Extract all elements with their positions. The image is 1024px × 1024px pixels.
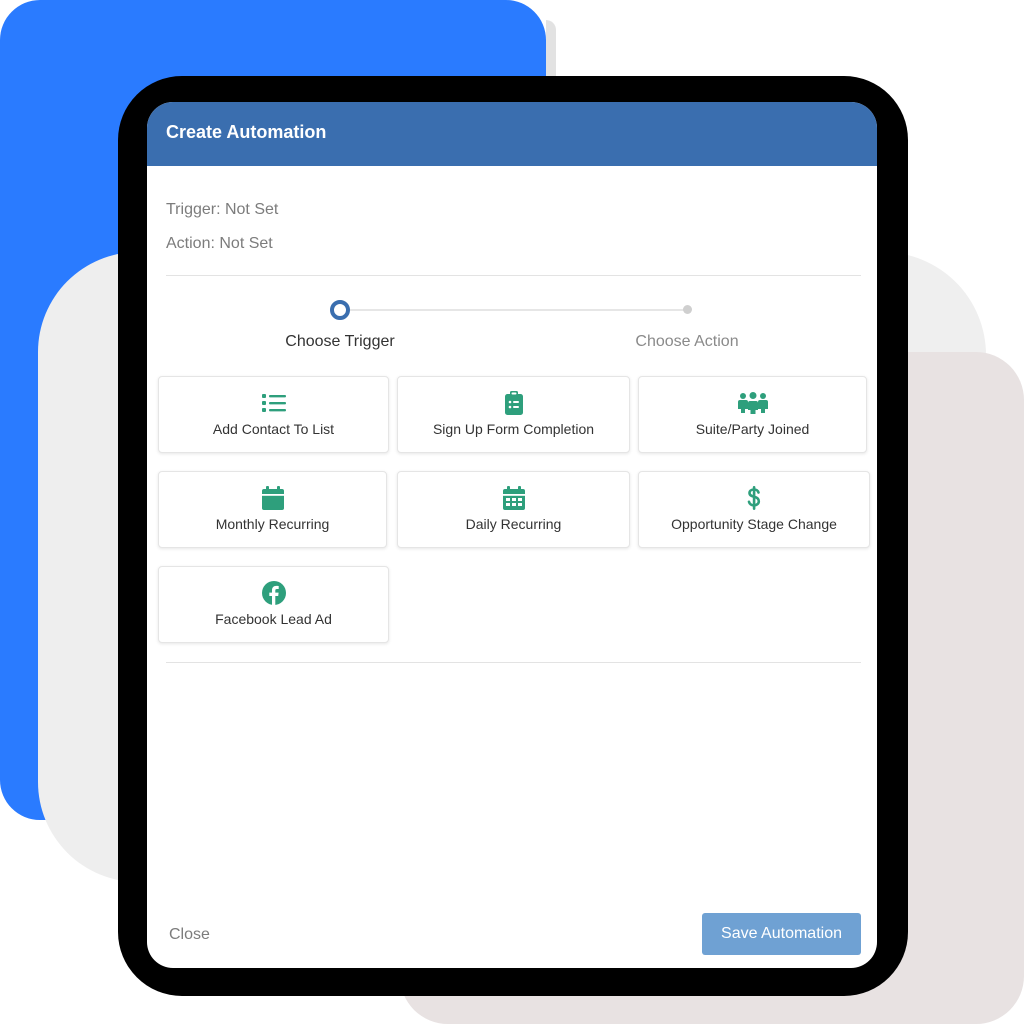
step-trigger-label[interactable]: Choose Trigger bbox=[250, 333, 430, 351]
action-status: Action: Not Set bbox=[166, 235, 273, 252]
facebook-icon bbox=[159, 581, 388, 605]
trigger-card-label: Sign Up Form Completion bbox=[432, 421, 595, 437]
create-automation-dialog: Create Automation Trigger: Not Set Actio… bbox=[147, 102, 877, 968]
trigger-card-monthly-recurring[interactable]: Monthly Recurring bbox=[158, 471, 387, 548]
trigger-card-label: Facebook Lead Ad bbox=[215, 611, 332, 627]
trigger-status: Trigger: Not Set bbox=[166, 201, 279, 218]
trigger-card-label: Opportunity Stage Change bbox=[671, 516, 837, 532]
top-divider bbox=[166, 275, 861, 276]
trigger-card-facebook-lead-ad[interactable]: Facebook Lead Ad bbox=[158, 566, 389, 643]
backdrop-blue-shadow bbox=[546, 20, 556, 80]
trigger-card-label: Add Contact To List bbox=[212, 421, 335, 437]
trigger-card-label: Monthly Recurring bbox=[215, 516, 330, 532]
step-trigger-indicator[interactable] bbox=[330, 300, 350, 320]
calendar-icon bbox=[159, 486, 386, 510]
step-action-label[interactable]: Choose Action bbox=[597, 333, 777, 351]
trigger-card-suite-party-joined[interactable]: Suite/Party Joined bbox=[638, 376, 867, 453]
trigger-card-sign-up-form-completion[interactable]: Sign Up Form Completion bbox=[397, 376, 630, 453]
trigger-card-daily-recurring[interactable]: Daily Recurring bbox=[397, 471, 630, 548]
list-icon bbox=[159, 391, 388, 415]
clipboard-icon bbox=[398, 391, 629, 415]
trigger-card-label: Daily Recurring bbox=[465, 516, 562, 532]
dialog-header: Create Automation bbox=[147, 102, 877, 166]
close-button[interactable]: Close bbox=[165, 924, 214, 946]
trigger-card-label: Suite/Party Joined bbox=[695, 421, 810, 437]
trigger-card-opportunity-stage-change[interactable]: Opportunity Stage Change bbox=[638, 471, 870, 548]
bottom-divider bbox=[166, 662, 861, 663]
step-action-indicator[interactable] bbox=[683, 305, 692, 314]
calendar-days-icon bbox=[398, 486, 629, 510]
dialog-title: Create Automation bbox=[166, 122, 327, 142]
trigger-card-add-contact-to-list[interactable]: Add Contact To List bbox=[158, 376, 389, 453]
save-automation-button[interactable]: Save Automation bbox=[702, 913, 861, 955]
stepper-track bbox=[347, 309, 687, 311]
users-icon bbox=[639, 391, 866, 415]
dollar-icon bbox=[639, 486, 869, 510]
